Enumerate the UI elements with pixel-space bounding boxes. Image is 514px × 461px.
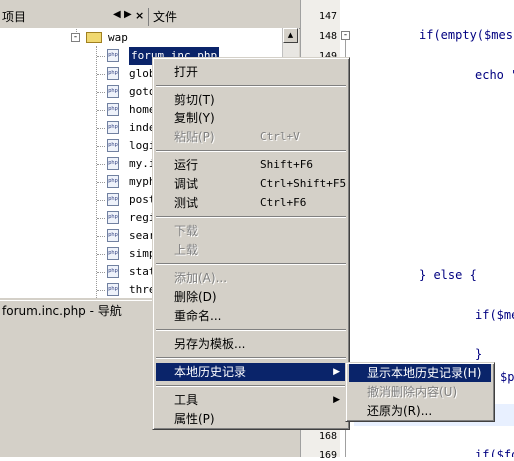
collapse-icon[interactable]: - [71, 33, 80, 42]
tree-line [97, 56, 105, 57]
tab-project[interactable]: 项目 [2, 8, 26, 26]
php-file-icon: php [107, 67, 119, 80]
menu-item-upload[interactable]: 上载 [156, 241, 346, 259]
php-file-icon: php [107, 175, 119, 188]
menu-item-properties[interactable]: 属性(P) [156, 410, 346, 428]
tree-line [97, 236, 105, 237]
tree-line [97, 272, 105, 273]
line-number: 147 [318, 11, 337, 22]
close-icon[interactable]: × [135, 9, 144, 22]
submenu-arrow-icon: ▶ [333, 367, 340, 377]
tree-line [97, 290, 105, 291]
panel-tab-bar: 项目 ◀ ▶ × 文件 [0, 6, 300, 29]
tree-line [97, 74, 105, 75]
line-number: 168 [318, 431, 337, 442]
code-line: if(empty($mess [419, 28, 514, 42]
php-file-icon: php [107, 229, 119, 242]
code-line: $po [500, 370, 514, 384]
line-number: 169 [318, 450, 337, 461]
php-file-icon: php [107, 85, 119, 98]
tree-line [97, 110, 105, 111]
scroll-up-icon[interactable]: ▲ [283, 28, 298, 43]
code-line: echo " [475, 68, 514, 82]
tree-line [97, 200, 105, 201]
php-file-icon: php [107, 49, 119, 62]
tab-scroll-left-icon[interactable]: ◀ [113, 9, 121, 20]
context-menu: 打开 剪切(T) 复制(Y) 粘贴(P) Ctrl+V 运行 Shift+F6 调试… [152, 57, 350, 430]
tree-line [96, 46, 97, 298]
tree-line [97, 146, 105, 147]
php-file-icon: php [107, 265, 119, 278]
tree-line [97, 128, 105, 129]
php-file-icon: php [107, 121, 119, 134]
menu-separator [156, 357, 346, 359]
menu-separator [156, 263, 346, 265]
submenu-arrow-icon: ▶ [333, 395, 340, 405]
php-file-icon: php [107, 103, 119, 116]
code-line: } else { [419, 268, 477, 282]
tree-line [97, 218, 105, 219]
php-file-icon: php [107, 193, 119, 206]
menu-separator [156, 85, 346, 87]
menu-item-debug[interactable]: 调试 Ctrl+Shift+F5 [156, 175, 346, 193]
code-line: if($fo [475, 448, 514, 457]
menu-item-test[interactable]: 测试 Ctrl+F6 [156, 194, 346, 212]
submenu-item-revert-to[interactable]: 还原为(R)... [349, 402, 491, 420]
menu-separator [156, 329, 346, 331]
tree-folder-wap[interactable]: wap [108, 29, 128, 47]
line-number: 148 [318, 31, 337, 42]
menu-separator [156, 216, 346, 218]
menu-item-copy[interactable]: 复制(Y) [156, 109, 346, 127]
php-file-icon: php [107, 247, 119, 260]
fold-icon[interactable]: - [341, 31, 350, 40]
code-line: if($me [475, 308, 514, 322]
menu-item-open[interactable]: 打开 [156, 63, 346, 81]
menu-item-local-history[interactable]: 本地历史记录 ▶ [156, 363, 346, 381]
menu-separator [156, 150, 346, 152]
menu-item-save-as-template[interactable]: 另存为模板... [156, 335, 346, 353]
folder-icon [86, 32, 102, 43]
tree-line [97, 92, 105, 93]
php-file-icon: php [107, 211, 119, 224]
code-line: } [475, 347, 483, 361]
menu-item-download[interactable]: 下载 [156, 222, 346, 240]
menu-item-tools[interactable]: 工具 ▶ [156, 391, 346, 409]
tab-scroll-right-icon[interactable]: ▶ [124, 9, 132, 20]
menu-item-paste[interactable]: 粘贴(P) Ctrl+V [156, 128, 346, 146]
menu-separator [156, 385, 346, 387]
menu-item-run[interactable]: 运行 Shift+F6 [156, 156, 346, 174]
menu-item-delete[interactable]: 删除(D) [156, 288, 346, 306]
submenu-item-undo-delete[interactable]: 撤消删除内容(U) [349, 383, 491, 401]
submenu-item-show-local-history[interactable]: 显示本地历史记录(H) [349, 364, 491, 382]
local-history-submenu: 显示本地历史记录(H) 撤消删除内容(U) 还原为(R)... [345, 362, 495, 422]
tab-files[interactable]: 文件 [148, 8, 177, 26]
tree-line [97, 254, 105, 255]
tree-line [97, 182, 105, 183]
tree-line [97, 164, 105, 165]
php-file-icon: php [107, 139, 119, 152]
menu-item-cut[interactable]: 剪切(T) [156, 91, 346, 109]
php-file-icon: php [107, 157, 119, 170]
menu-item-rename[interactable]: 重命名... [156, 307, 346, 325]
php-file-icon: php [107, 283, 119, 296]
menu-item-add[interactable]: 添加(A)... [156, 269, 346, 287]
